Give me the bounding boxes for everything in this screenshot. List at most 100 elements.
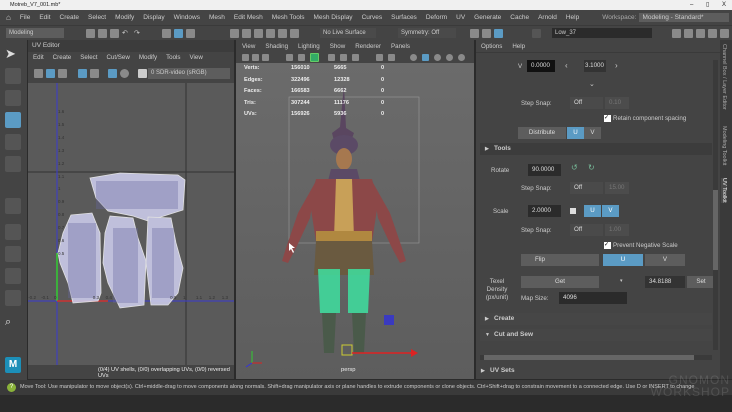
uv-menu-edit[interactable]: Edit xyxy=(33,54,44,61)
flip-v-button[interactable]: V xyxy=(645,254,685,266)
bookmark-icon[interactable] xyxy=(262,54,269,61)
select-object-icon[interactable] xyxy=(186,29,195,38)
snap-surface-icon[interactable] xyxy=(278,29,287,38)
attribute-editor-icon[interactable] xyxy=(696,29,705,38)
tab-channel-box[interactable]: Channel Box / Layer Editor xyxy=(721,44,727,110)
vp-menu-panels[interactable]: Panels xyxy=(391,43,410,50)
rotate-ccw-icon[interactable]: ↺ xyxy=(571,163,578,172)
cut-sew-section-header[interactable]: ▼ Cut and Sew xyxy=(480,329,712,341)
ambient-occlusion-icon[interactable] xyxy=(458,54,465,61)
scale-uniform-icon[interactable] xyxy=(570,208,576,214)
scale-u-button[interactable]: U xyxy=(584,205,601,217)
uv-toolkit-menu-help[interactable]: Help xyxy=(512,40,525,52)
colorspace-dropdown[interactable]: 0 SDR-video (sRGB) xyxy=(148,68,230,79)
uv-menu-tools[interactable]: Tools xyxy=(166,54,180,61)
uv-shaded-icon[interactable] xyxy=(46,69,55,78)
render-icon[interactable] xyxy=(672,29,681,38)
distribute-button[interactable]: Distribute xyxy=(518,127,566,139)
select-tool-icon[interactable]: ➤ xyxy=(5,46,21,62)
uv-menu-select[interactable]: Select xyxy=(80,54,97,61)
camera-select-icon[interactable] xyxy=(242,54,249,61)
vp-menu-lighting[interactable]: Lighting xyxy=(298,43,320,50)
create-section-header[interactable]: ▶ Create xyxy=(480,313,712,325)
character-icon[interactable] xyxy=(684,29,693,38)
new-scene-icon[interactable] xyxy=(86,29,95,38)
grease-pencil-icon[interactable] xyxy=(310,53,319,62)
rotate-input[interactable]: 90.0000 xyxy=(528,164,561,176)
uv-grid-icon[interactable] xyxy=(78,69,87,78)
move-manipulator-plane[interactable] xyxy=(384,315,394,325)
grid-toggle-icon[interactable] xyxy=(328,54,335,61)
rotate-step-snap-dropdown[interactable]: Off xyxy=(570,182,603,194)
uv-toolkit-menu-options[interactable]: Options xyxy=(481,40,502,52)
select-hierarchy-icon[interactable] xyxy=(162,29,171,38)
paint-select-icon[interactable] xyxy=(5,90,21,106)
uv-menu-modify[interactable]: Modify xyxy=(139,54,157,61)
prevent-negative-scale-checkbox[interactable]: ✓ xyxy=(604,242,611,249)
smooth-shade-icon[interactable] xyxy=(422,54,429,61)
resolution-gate-icon[interactable] xyxy=(352,54,359,61)
uv-menu-view[interactable]: View xyxy=(190,54,203,61)
texel-density-input[interactable]: 34.8188 xyxy=(645,276,685,288)
tab-uv-toolkit[interactable]: UV Toolkit xyxy=(721,178,727,203)
move-manipulator-center[interactable] xyxy=(341,344,353,356)
live-surface-field[interactable]: No Live Surface xyxy=(320,28,376,38)
workspace-dropdown[interactable]: Modeling - Standard* xyxy=(639,13,730,22)
output-ops-icon[interactable] xyxy=(482,29,491,38)
two-d-pan-icon[interactable] xyxy=(298,54,305,61)
rotate-tool-icon[interactable] xyxy=(5,134,21,150)
redo-icon[interactable]: ↷ xyxy=(134,29,143,38)
safe-action-icon[interactable] xyxy=(376,54,383,61)
undo-icon[interactable]: ↶ xyxy=(122,29,131,38)
tool-settings-icon[interactable] xyxy=(708,29,717,38)
distribute-v-button[interactable]: V xyxy=(584,127,601,139)
scale-tool-icon[interactable] xyxy=(5,156,21,172)
settings-gear-icon[interactable] xyxy=(720,29,729,38)
wireframe-icon[interactable] xyxy=(410,54,417,61)
uv-menu-create[interactable]: Create xyxy=(53,54,72,61)
chevron-down-icon[interactable]: ⌄ xyxy=(589,80,595,88)
vp-menu-view[interactable]: View xyxy=(242,43,255,50)
retain-spacing-checkbox[interactable]: ✓ xyxy=(604,115,611,122)
step-snap-dropdown[interactable]: Off xyxy=(570,97,603,109)
search-icon[interactable]: ⌕ xyxy=(5,316,21,332)
menu-file[interactable]: File xyxy=(20,14,30,21)
vertical-scrollbar[interactable] xyxy=(713,60,718,350)
chevron-left-icon[interactable]: ‹ xyxy=(565,61,568,70)
image-plane-icon[interactable] xyxy=(286,54,293,61)
texel-set-button[interactable]: Set xyxy=(687,276,715,288)
mode-dropdown[interactable]: Modeling xyxy=(6,28,64,38)
viewport-3d-scene[interactable]: Verts: 156010 5665 0 Edges: 322496 12328 0 Faces… xyxy=(236,63,474,379)
uv-pixel-snap-icon[interactable] xyxy=(90,69,99,78)
open-scene-icon[interactable] xyxy=(98,29,107,38)
snap-curve-icon[interactable] xyxy=(242,29,251,38)
snap-pivot-icon[interactable] xyxy=(290,29,299,38)
safe-title-icon[interactable] xyxy=(388,54,395,61)
select-component-icon[interactable] xyxy=(174,29,183,38)
construction-history-icon[interactable] xyxy=(494,29,503,38)
tools-section-header[interactable]: ▶ Tools xyxy=(480,143,712,155)
list-layout-icon[interactable] xyxy=(5,290,21,306)
symmetry-dropdown[interactable]: Symmetry: Off xyxy=(398,28,456,38)
outliner-layout-icon[interactable] xyxy=(5,268,21,284)
uv-distortion-icon[interactable] xyxy=(58,69,67,78)
map-size-input[interactable]: 4096 xyxy=(559,292,627,304)
chevron-right-icon[interactable]: › xyxy=(615,61,618,70)
v-offset-input[interactable]: 0.0000 xyxy=(527,60,555,72)
menu-arnold[interactable]: Arnold xyxy=(538,14,557,21)
menu-surfaces[interactable]: Surfaces xyxy=(391,14,417,21)
vp-menu-show[interactable]: Show xyxy=(330,43,345,50)
flip-u-button[interactable]: U xyxy=(603,254,643,266)
v-step-input[interactable]: 3.1000 xyxy=(584,60,606,72)
menu-mesh[interactable]: Mesh xyxy=(209,14,225,21)
lighting-icon[interactable] xyxy=(434,54,441,61)
distribute-u-button[interactable]: U xyxy=(567,127,584,139)
menu-edit-mesh[interactable]: Edit Mesh xyxy=(234,14,263,21)
flip-button[interactable]: Flip xyxy=(521,254,599,266)
menu-curves[interactable]: Curves xyxy=(362,14,383,21)
input-ops-icon[interactable] xyxy=(470,29,479,38)
vp-menu-renderer[interactable]: Renderer xyxy=(355,43,381,50)
object-name-field[interactable]: Low_37 xyxy=(552,28,652,38)
minimize-button[interactable]: – xyxy=(690,0,693,10)
menu-create[interactable]: Create xyxy=(60,14,80,21)
